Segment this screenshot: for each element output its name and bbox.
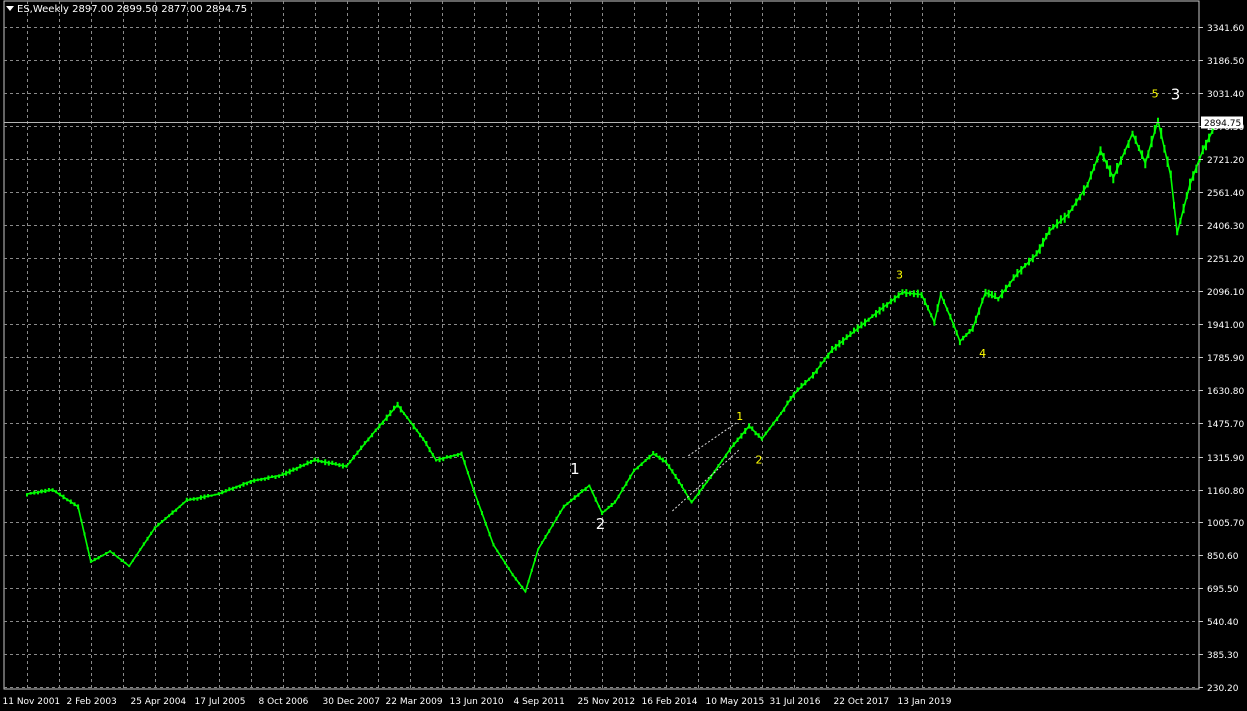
wave-label[interactable]: 5 xyxy=(1152,87,1159,100)
x-tick-label: 13 Jan 2019 xyxy=(898,697,952,707)
x-tick-label: 8 Oct 2006 xyxy=(259,697,309,707)
y-tick-label: 2561.40 xyxy=(1207,189,1244,199)
x-tick-label: 2 Feb 2003 xyxy=(67,697,117,707)
y-tick-label: 1630.80 xyxy=(1207,387,1244,397)
x-tick-label: 4 Sep 2011 xyxy=(514,697,565,707)
wave-label[interactable]: 3 xyxy=(896,269,903,282)
y-tick-label: 850.60 xyxy=(1207,552,1239,562)
y-tick-label: 1475.70 xyxy=(1207,420,1244,430)
x-tick-label: 31 Jul 2016 xyxy=(770,697,821,707)
y-tick-label: 1160.80 xyxy=(1207,487,1244,497)
wave-label[interactable]: 1 xyxy=(570,460,580,478)
wave-label[interactable]: 2 xyxy=(596,515,606,533)
x-tick-label: 25 Nov 2012 xyxy=(578,697,636,707)
wave-label[interactable]: 1 xyxy=(736,410,743,423)
wave-label[interactable]: 3 xyxy=(1171,85,1181,103)
price-chart[interactable]: 5354341212 3341.603186.503031.402876.302… xyxy=(0,0,1247,711)
y-tick-label: 2251.20 xyxy=(1207,255,1244,265)
y-tick-label: 385.30 xyxy=(1207,651,1239,661)
chart-window[interactable]: 5354341212 3341.603186.503031.402876.302… xyxy=(0,0,1247,711)
symbol-label: ES,Weekly xyxy=(17,4,69,15)
x-tick-label: 22 Mar 2009 xyxy=(386,697,443,707)
y-tick-label: 3031.40 xyxy=(1207,90,1244,100)
current-price-label: 2894.75 xyxy=(1204,119,1241,129)
y-tick-label: 540.40 xyxy=(1207,618,1239,628)
wave-label[interactable]: 2 xyxy=(755,453,762,466)
y-tick-label: 695.50 xyxy=(1207,585,1239,595)
x-tick-label: 16 Feb 2014 xyxy=(642,697,698,707)
x-tick-label: 25 Apr 2004 xyxy=(131,697,187,707)
x-tick-label: 13 Jun 2010 xyxy=(450,697,504,707)
y-tick-label: 230.20 xyxy=(1207,684,1239,694)
y-tick-label: 3341.60 xyxy=(1207,24,1244,34)
ohlc-readout: 2897.00 2899.50 2877.00 2894.75 xyxy=(72,4,248,15)
x-tick-label: 22 Oct 2017 xyxy=(834,697,890,707)
x-tick-label: 10 May 2015 xyxy=(706,697,765,707)
x-tick-label: 30 Dec 2007 xyxy=(323,697,381,707)
y-tick-label: 2406.30 xyxy=(1207,222,1244,232)
y-tick-label: 2721.20 xyxy=(1207,156,1244,166)
y-tick-label: 1005.70 xyxy=(1207,519,1244,529)
x-tick-label: 11 Nov 2001 xyxy=(3,697,61,707)
x-tick-label: 17 Jul 2005 xyxy=(195,697,246,707)
y-tick-label: 3186.50 xyxy=(1207,57,1244,67)
y-tick-label: 1315.90 xyxy=(1207,454,1244,464)
y-tick-label: 2096.10 xyxy=(1207,288,1244,298)
wave-label[interactable]: 4 xyxy=(979,347,986,360)
chart-header: ES,Weekly 2897.00 2899.50 2877.00 2894.7… xyxy=(6,4,247,15)
collapse-triangle-icon[interactable] xyxy=(6,6,14,11)
y-tick-label: 1941.00 xyxy=(1207,321,1244,331)
y-tick-label: 1785.90 xyxy=(1207,354,1244,364)
